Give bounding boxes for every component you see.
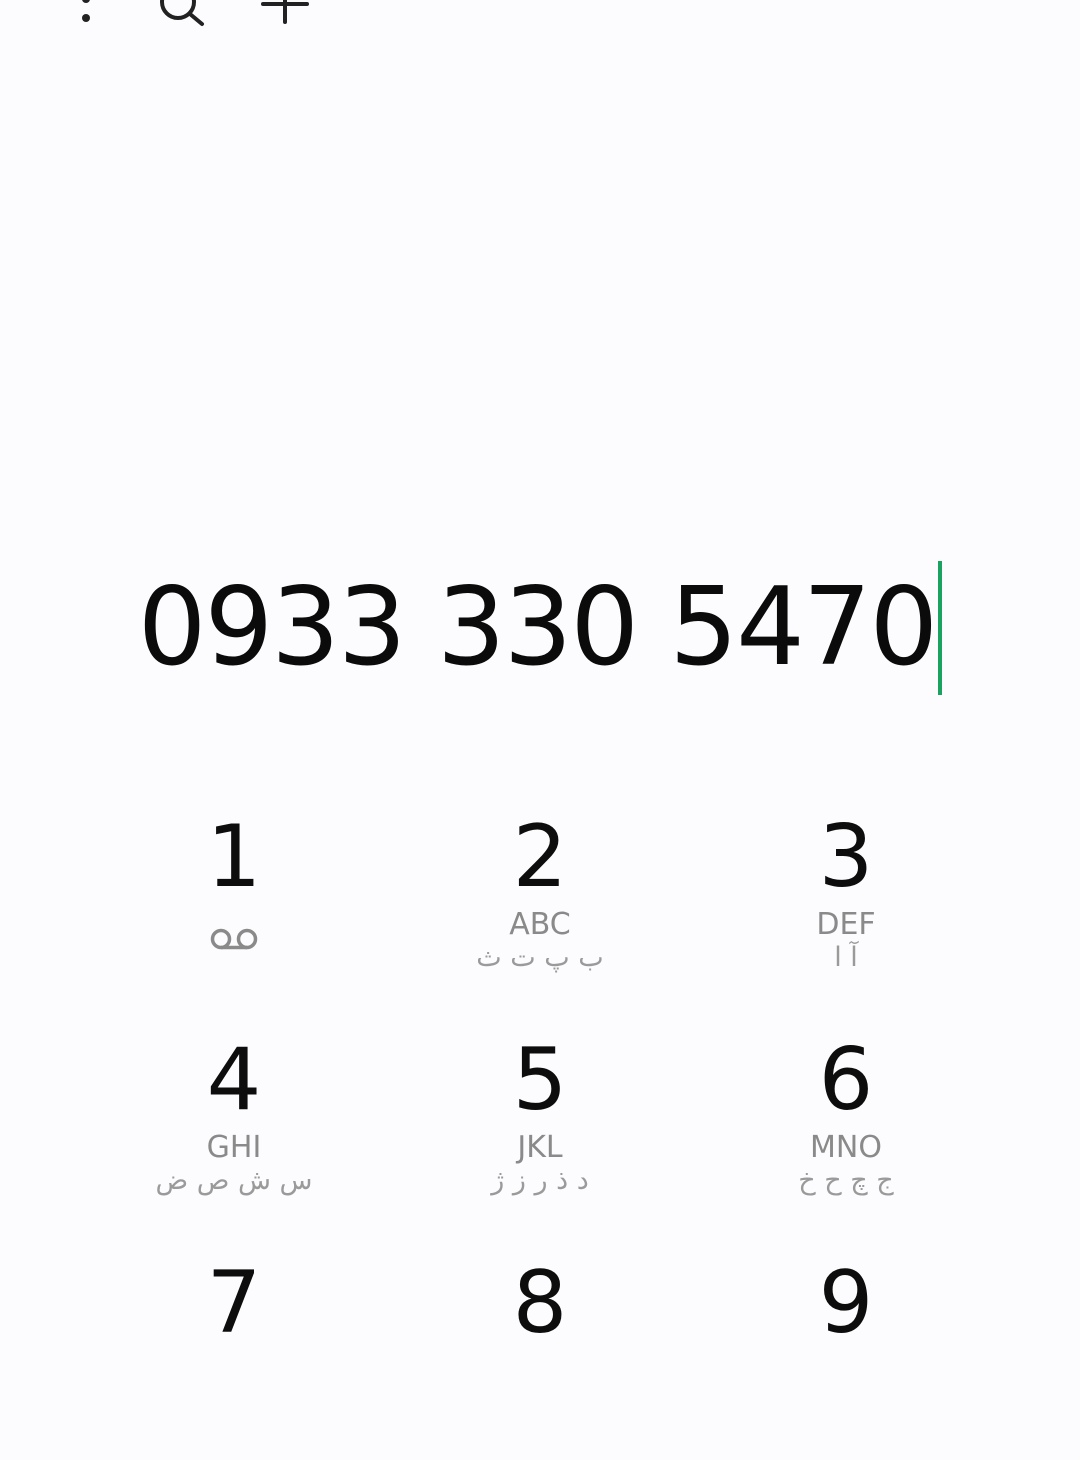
add-contact-icon[interactable] — [255, 0, 315, 28]
key-1[interactable]: 1 — [104, 814, 364, 1014]
text-cursor — [938, 561, 943, 695]
key-alt-letters: س ش ص ض — [155, 1165, 313, 1196]
search-icon[interactable] — [150, 0, 210, 28]
key-digit: 8 — [512, 1253, 568, 1353]
key-digit: 1 — [206, 807, 262, 907]
key-8[interactable]: 8 — [410, 1260, 670, 1460]
key-7[interactable]: 7 — [104, 1260, 364, 1460]
key-5[interactable]: 5 JKL د ذ ر ز ژ — [410, 1037, 670, 1237]
key-letters: DEF — [816, 907, 876, 942]
key-2[interactable]: 2 ABC ب پ ت ث — [410, 814, 670, 1014]
key-letters: GHI — [206, 1130, 262, 1165]
key-9[interactable]: 9 — [716, 1260, 976, 1460]
key-6[interactable]: 6 MNO ج چ ح خ — [716, 1037, 976, 1237]
key-alt-letters: د ذ ر ز ژ — [491, 1165, 589, 1196]
key-alt-letters: ب پ ت ث — [476, 942, 604, 973]
key-digit: 6 — [818, 1030, 874, 1130]
key-digit: 3 — [818, 807, 874, 907]
key-4[interactable]: 4 GHI س ش ص ض — [104, 1037, 364, 1237]
dialed-number-field[interactable]: 0933 330 5470 — [0, 560, 1080, 696]
key-letters: JKL — [517, 1130, 563, 1165]
key-digit: 7 — [206, 1253, 262, 1353]
key-digit: 2 — [512, 807, 568, 907]
voicemail-icon — [210, 928, 258, 950]
key-alt-letters: ج چ ح خ — [798, 1165, 894, 1196]
key-digit: 4 — [206, 1030, 262, 1130]
key-letters: ABC — [509, 907, 571, 942]
key-3[interactable]: 3 DEF آ ا — [716, 814, 976, 1014]
toolbar — [0, 0, 1080, 40]
key-digit: 5 — [512, 1030, 568, 1130]
key-digit: 9 — [818, 1253, 874, 1353]
key-alt-letters: آ ا — [834, 942, 858, 973]
more-options-icon[interactable] — [56, 0, 116, 28]
key-letters: MNO — [810, 1130, 882, 1165]
dialed-number: 0933 330 5470 — [137, 565, 939, 690]
